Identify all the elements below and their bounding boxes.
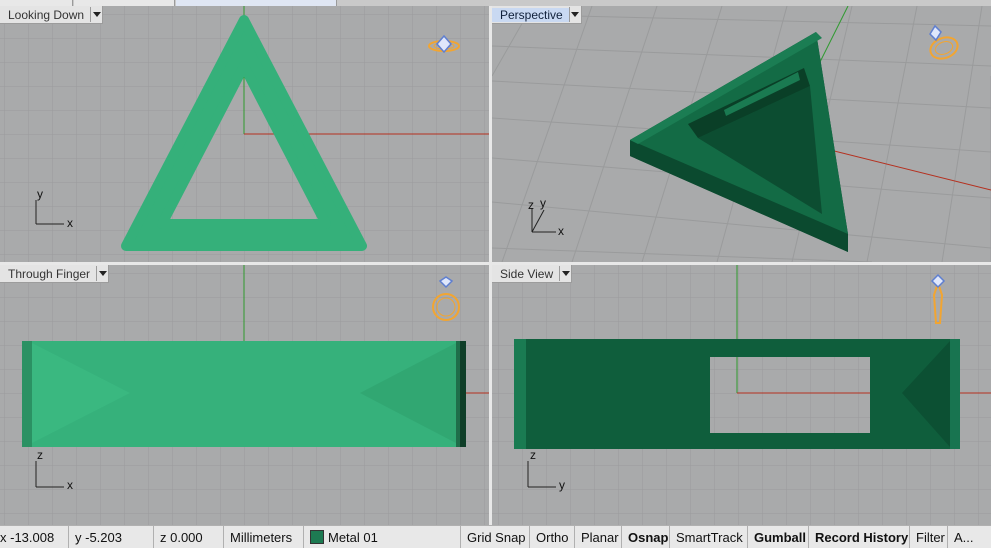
ring-front-object[interactable] — [22, 341, 466, 447]
coord-y: y -5.203 — [69, 526, 154, 548]
axis-label-z: z — [37, 448, 43, 462]
ortho-toggle[interactable]: Ortho — [530, 526, 575, 548]
axis-label-y: y — [37, 187, 43, 201]
viewport-front-canvas — [0, 265, 489, 525]
viewport-title-bar: Perspective — [492, 6, 582, 24]
viewport-top-canvas — [0, 6, 489, 262]
axis-label-x: x — [67, 478, 73, 492]
viewport-title-bar: Through Finger — [0, 265, 110, 283]
osnap-toggle[interactable]: Osnap — [622, 526, 670, 548]
viewport-front[interactable]: z x Through Finger — [0, 265, 489, 525]
viewport-title[interactable]: Perspective — [492, 7, 569, 22]
viewport-title-bar: Side View — [492, 265, 573, 283]
viewport-menu-button[interactable] — [90, 7, 102, 22]
viewport-perspective[interactable]: z y x Perspective — [492, 6, 991, 262]
dropdown-arrow-icon — [92, 12, 101, 17]
viewport-menu-button[interactable] — [96, 266, 108, 281]
viewport-title[interactable]: Looking Down — [0, 8, 90, 22]
dropdown-arrow-icon — [571, 12, 580, 17]
layer-color-swatch — [310, 530, 324, 544]
planar-toggle[interactable]: Planar — [575, 526, 622, 548]
status-bar: x -13.008 y -5.203 z 0.000 Millimeters M… — [0, 525, 991, 548]
viewport-perspective-canvas — [492, 6, 991, 262]
viewport-title-bar: Looking Down — [0, 6, 104, 24]
record-history-toggle[interactable]: Record History — [809, 526, 910, 548]
viewport-title[interactable]: Side View — [492, 267, 559, 281]
viewport-title[interactable]: Through Finger — [0, 267, 96, 281]
viewport-menu-button[interactable] — [568, 7, 581, 22]
layer-name: Metal 01 — [328, 529, 378, 545]
units-pane[interactable]: Millimeters — [224, 526, 304, 548]
smarttrack-toggle[interactable]: SmartTrack — [670, 526, 748, 548]
axis-label-z: z — [528, 198, 534, 212]
axis-label-x: x — [558, 224, 564, 238]
coord-z: z 0.000 — [154, 526, 224, 548]
layer-pane[interactable]: Metal 01 — [304, 526, 461, 548]
viewport-side[interactable]: z y Side View — [492, 265, 991, 525]
gumball-toggle[interactable]: Gumball — [748, 526, 809, 548]
viewport-top[interactable]: y x Looking Down — [0, 6, 489, 262]
grid-snap-toggle[interactable]: Grid Snap — [461, 526, 530, 548]
viewport-menu-button[interactable] — [559, 266, 571, 281]
axis-label-z: z — [530, 448, 536, 462]
axis-label-y: y — [540, 196, 546, 210]
coord-x: x -13.008 — [0, 526, 69, 548]
axis-label-y: y — [559, 478, 565, 492]
dropdown-arrow-icon — [561, 271, 570, 276]
viewport-side-canvas — [492, 265, 991, 525]
dropdown-arrow-icon — [98, 271, 107, 276]
axis-label-x: x — [67, 216, 73, 230]
filter-toggle[interactable]: Filter — [910, 526, 948, 548]
more-pane[interactable]: A... — [948, 526, 991, 548]
